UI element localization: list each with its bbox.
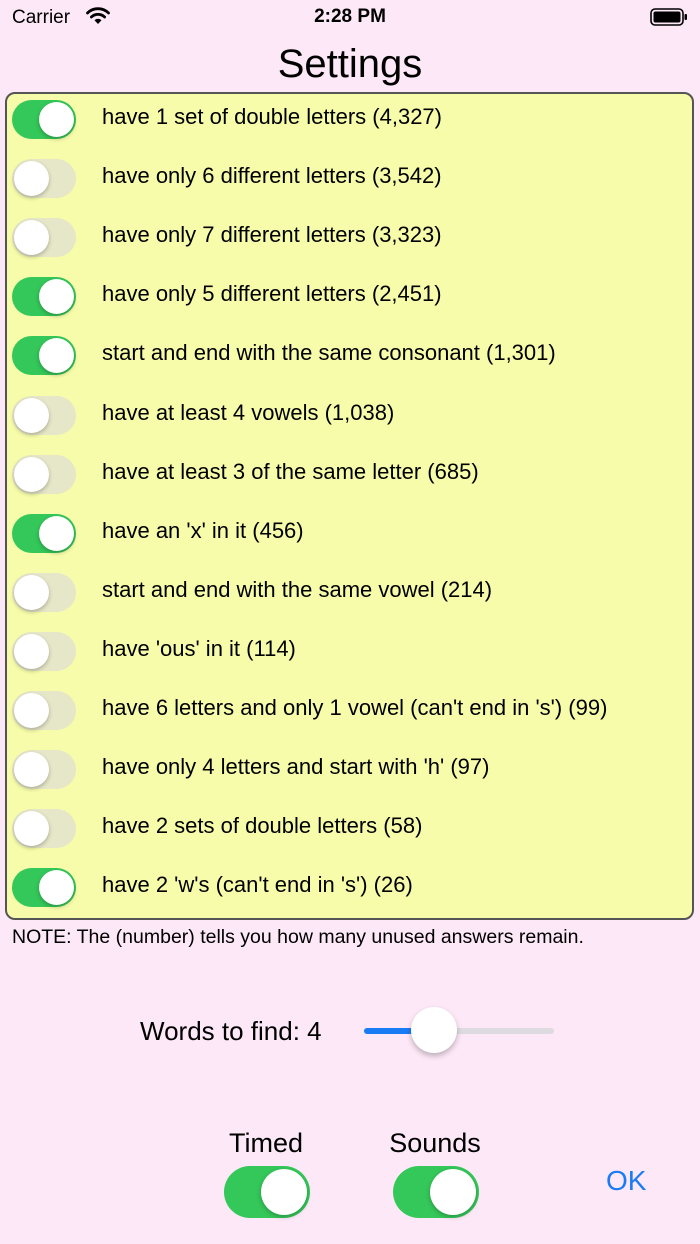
- toggle-knob: [39, 515, 74, 551]
- ok-button[interactable]: OK: [606, 1165, 646, 1197]
- words-to-find-label: Words to find: 4: [140, 1016, 322, 1046]
- option-row: have only 6 different letters (3,542): [7, 155, 692, 214]
- toggle-knob: [39, 870, 74, 906]
- option-row: start and end with the same consonant (1…: [7, 332, 692, 391]
- words-to-find-slider[interactable]: [364, 1028, 554, 1034]
- option-label: have only 5 different letters (2,451): [102, 281, 442, 307]
- option-row: have 2 'w's (can't end in 's') (26): [7, 864, 692, 923]
- option-label: have only 6 different letters (3,542): [102, 163, 442, 189]
- sounds-toggle[interactable]: [393, 1166, 479, 1218]
- toggle-knob: [14, 811, 49, 847]
- option-row: have 'ous' in it (114): [7, 628, 692, 687]
- option-row: start and end with the same vowel (214): [7, 569, 692, 628]
- option-toggle[interactable]: [12, 277, 76, 317]
- toggle-knob: [14, 633, 49, 669]
- option-toggle[interactable]: [12, 513, 76, 553]
- option-row: have only 7 different letters (3,323): [7, 214, 692, 273]
- option-label: have only 4 letters and start with 'h' (…: [102, 754, 490, 780]
- option-toggle[interactable]: [12, 631, 76, 671]
- option-row: have 1 set of double letters (4,327): [7, 96, 692, 155]
- toggle-knob: [14, 161, 49, 197]
- option-label: have an 'x' in it (456): [102, 517, 304, 543]
- option-row: have an 'x' in it (456): [7, 510, 692, 569]
- toggle-knob: [430, 1169, 476, 1215]
- option-toggle[interactable]: [12, 159, 76, 199]
- option-toggle[interactable]: [12, 868, 76, 908]
- option-label: have at least 3 of the same letter (685): [102, 458, 479, 484]
- option-toggle[interactable]: [12, 691, 76, 730]
- option-toggle[interactable]: [12, 336, 76, 376]
- timed-toggle[interactable]: [224, 1166, 310, 1218]
- option-label: have 2 'w's (can't end in 's') (26): [102, 872, 413, 898]
- sounds-label: Sounds: [389, 1128, 481, 1158]
- option-toggle[interactable]: [12, 809, 76, 849]
- toggle-knob: [14, 752, 49, 788]
- option-label: have only 7 different letters (3,323): [102, 222, 442, 248]
- options-panel: have 1 set of double letters (4,327) have…: [5, 92, 694, 920]
- option-toggle[interactable]: [12, 572, 76, 612]
- option-row: have at least 4 vowels (1,038): [7, 392, 692, 451]
- battery-icon: [650, 8, 688, 26]
- option-toggle[interactable]: [12, 100, 76, 139]
- option-row: have only 4 letters and start with 'h' (…: [7, 746, 692, 805]
- toggle-knob: [39, 102, 74, 137]
- option-label: have 'ous' in it (114): [102, 635, 296, 661]
- option-label: start and end with the same consonant (1…: [102, 340, 556, 366]
- option-label: start and end with the same vowel (214): [102, 576, 493, 602]
- page-title: Settings: [277, 42, 423, 86]
- toggle-knob: [39, 338, 74, 374]
- option-label: have at least 4 vowels (1,038): [102, 399, 395, 425]
- option-row: have only 5 different letters (2,451): [7, 273, 692, 332]
- option-toggle[interactable]: [12, 395, 76, 435]
- option-row: have at least 3 of the same letter (685): [7, 451, 692, 510]
- slider-thumb[interactable]: [411, 1007, 458, 1053]
- option-toggle[interactable]: [12, 218, 76, 258]
- toggle-knob: [14, 456, 49, 492]
- toggle-knob: [39, 279, 74, 315]
- timed-label: Timed: [228, 1128, 303, 1158]
- status-time: 2:28 PM: [314, 6, 386, 27]
- toggle-knob: [14, 397, 49, 433]
- toggle-knob: [14, 693, 49, 728]
- option-label: have 6 letters and only 1 vowel (can't e…: [102, 695, 608, 720]
- option-row: have 6 letters and only 1 vowel (can't e…: [7, 687, 692, 746]
- option-row: have 2 sets of double letters (58): [7, 805, 692, 864]
- toggle-knob: [261, 1169, 307, 1215]
- option-toggle[interactable]: [12, 750, 76, 790]
- toggle-knob: [14, 574, 49, 610]
- toggle-knob: [14, 220, 49, 256]
- option-toggle[interactable]: [12, 454, 76, 494]
- option-label: have 1 set of double letters (4,327): [102, 104, 442, 129]
- note-text: NOTE: The (number) tells you how many un…: [12, 926, 584, 948]
- option-label: have 2 sets of double letters (58): [102, 813, 423, 839]
- status-bar: Carrier 2:28 PM: [0, 0, 700, 36]
